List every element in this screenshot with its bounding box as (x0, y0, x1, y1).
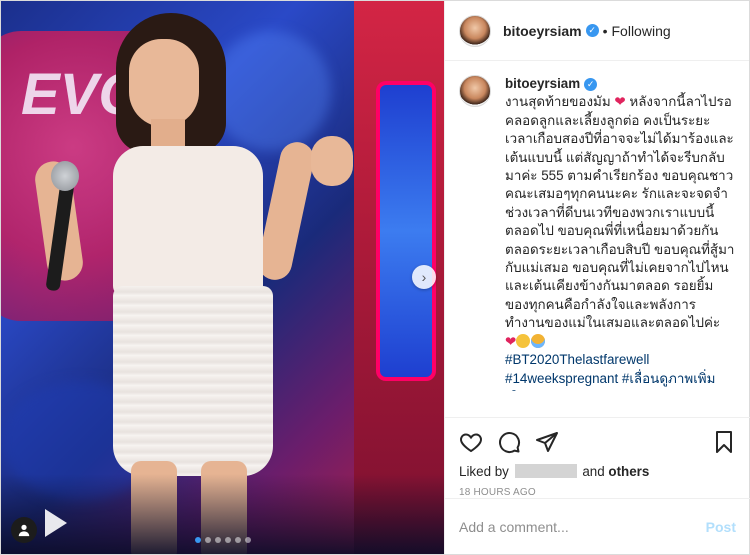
post-media[interactable]: EVO › (1, 1, 444, 554)
add-comment-bar: Post (445, 498, 750, 554)
comment-button[interactable] (497, 430, 521, 454)
hashtag-link[interactable]: #BT2020Thelastfarewell (505, 352, 649, 367)
post-comment-button[interactable]: Post (706, 519, 736, 535)
heart-outline-icon (460, 433, 482, 453)
comments-section: bitoeyrsiam ✓ งานสุดท้ายของมัม ❤ หลังจากน… (445, 61, 749, 391)
carousel-next-button[interactable]: › (412, 265, 436, 289)
crying-face-emoji-icon (531, 333, 546, 348)
caption-row: bitoeyrsiam ✓ งานสุดท้ายของมัม ❤ หลังจากน… (459, 75, 735, 391)
post-timestamp: 18 HOURS AGO (459, 487, 536, 498)
liked-by-text: Liked by and others (459, 464, 736, 479)
instagram-post-modal: EVO › bitoeyrsiam ✓ • Following bitoeyrs… (0, 0, 750, 555)
post-actions: Liked by and others 18 HOURS AGO (445, 417, 750, 498)
liked-by-username-redacted[interactable] (514, 464, 577, 478)
liked-by-prefix: Liked by (459, 464, 509, 479)
next-arrow-icon (45, 509, 67, 537)
carousel-dot (205, 537, 211, 543)
header-separator: • (602, 22, 608, 39)
hashtag-link[interactable]: #14weekspregnant (505, 371, 618, 386)
user-tag-icon (18, 524, 30, 537)
caption-author-avatar[interactable] (459, 75, 491, 107)
bookmark-icon (716, 431, 732, 453)
like-button[interactable] (459, 430, 483, 454)
verified-badge-icon: ✓ (585, 24, 599, 37)
verified-badge-icon: ✓ (584, 77, 598, 91)
caption-body: bitoeyrsiam ✓ งานสุดท้ายของมัม ❤ หลังจากน… (505, 75, 735, 391)
share-button[interactable] (535, 430, 559, 454)
comment-input[interactable] (459, 518, 706, 535)
caption-text: bitoeyrsiam ✓ งานสุดท้ายของมัม ❤ หลังจากน… (505, 75, 735, 391)
comment-bubble-icon (499, 432, 521, 454)
carousel-dot (225, 537, 231, 543)
author-username[interactable]: bitoeyrsiam (503, 23, 582, 39)
red-heart-emoji-icon: ❤ (614, 94, 626, 110)
author-avatar[interactable] (459, 14, 491, 47)
post-side-panel: bitoeyrsiam ✓ • Following bitoeyrsiam ✓ ง… (444, 1, 750, 554)
following-button[interactable]: Following (612, 23, 671, 39)
chevron-right-icon: › (421, 269, 427, 285)
paper-plane-icon (536, 432, 558, 452)
liked-by-and: and (582, 464, 605, 479)
carousel-indicator (1, 537, 444, 543)
action-icons-row (459, 428, 736, 456)
liked-by-others-link[interactable]: others (608, 464, 649, 479)
save-button[interactable] (712, 430, 736, 454)
caption-text-main: หลังจากนี้ลาไปรอคลอดลูกและเลี้ยงลูกต่อ ค… (505, 94, 735, 331)
caption-username[interactable]: bitoeyrsiam (505, 76, 580, 91)
caption-text-start: งานสุดท้ายของมัม (505, 94, 611, 110)
sad-face-emoji-icon (516, 333, 531, 348)
carousel-dot (195, 537, 201, 543)
carousel-dot (215, 537, 221, 543)
post-header: bitoeyrsiam ✓ • Following (445, 1, 749, 61)
performer-photo (1, 1, 444, 554)
red-heart-emoji-icon: ❤ (505, 333, 517, 349)
carousel-dot (235, 537, 241, 543)
carousel-dot (245, 537, 251, 543)
